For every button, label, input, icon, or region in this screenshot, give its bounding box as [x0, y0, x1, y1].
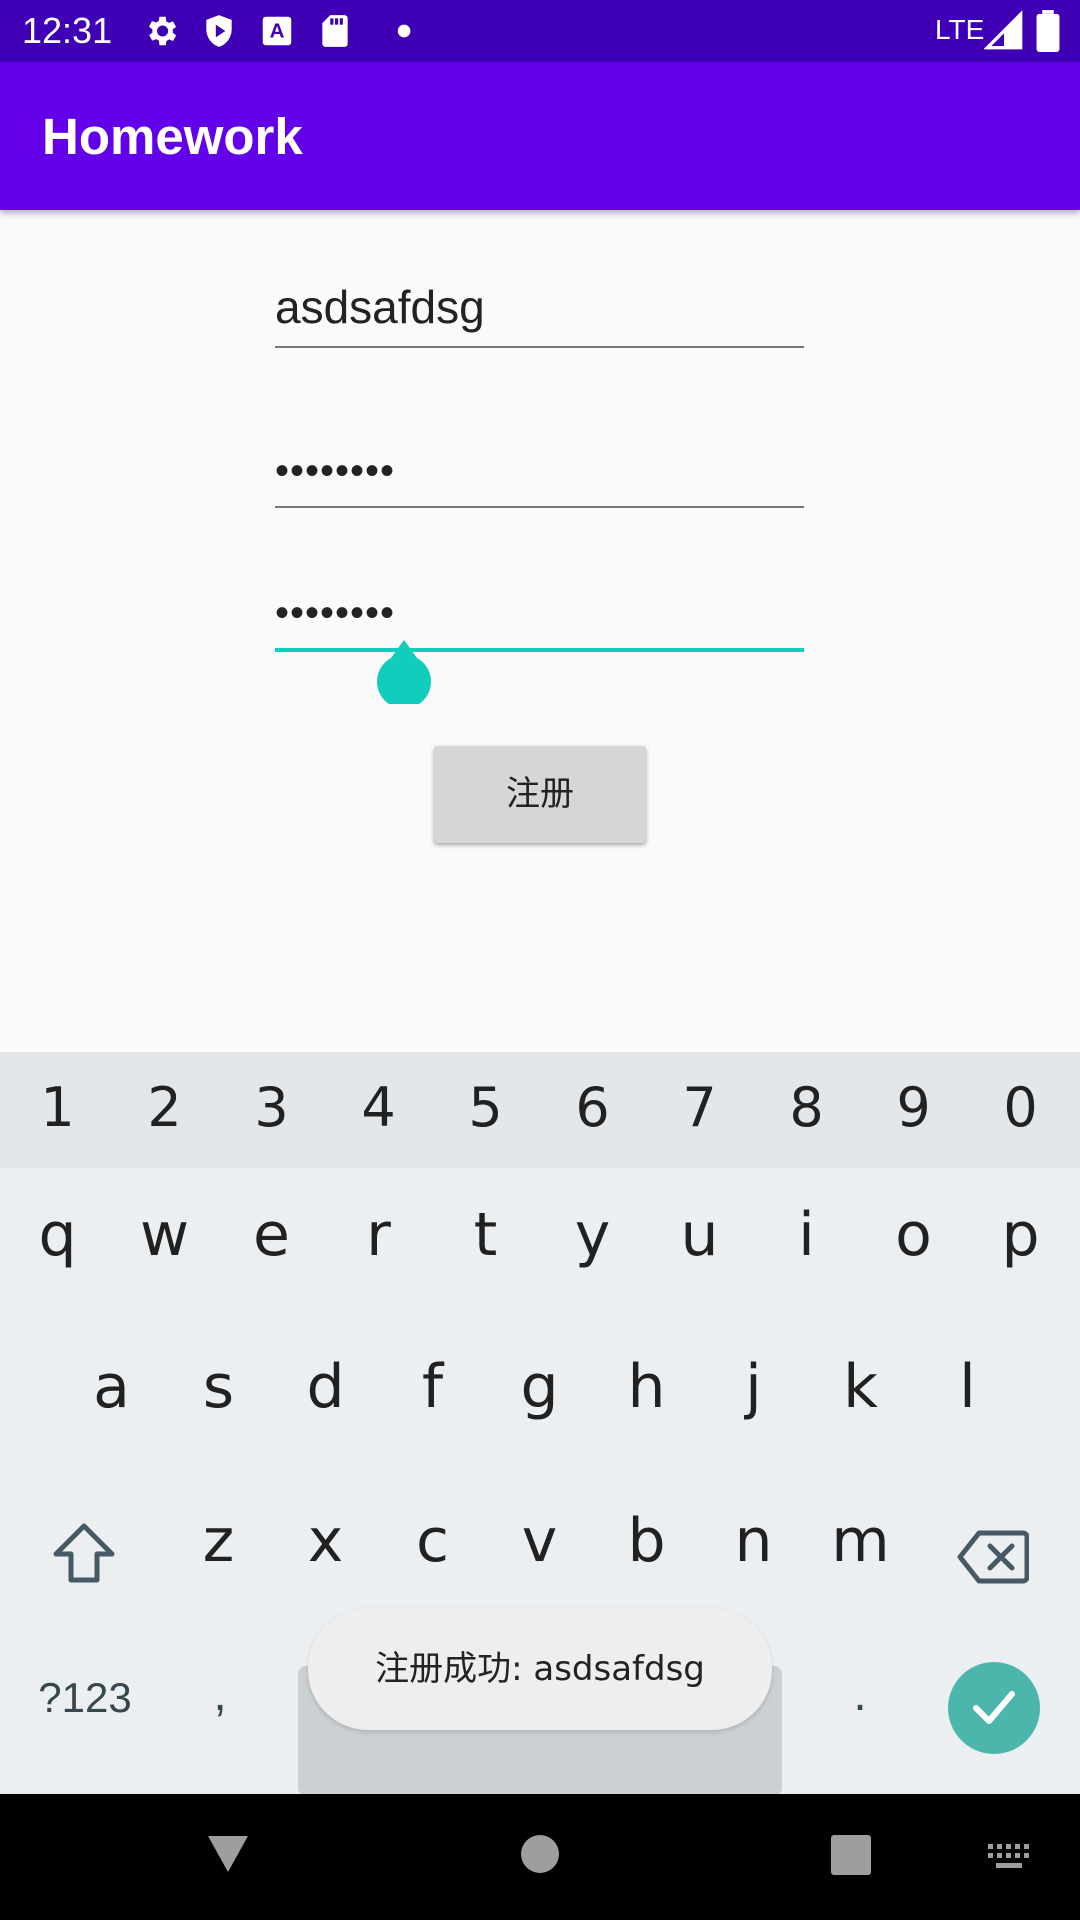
key-r[interactable]: r: [325, 1200, 432, 1270]
status-time: 12:31: [22, 10, 113, 51]
key-2[interactable]: 2: [111, 1076, 218, 1139]
key-9[interactable]: 9: [860, 1076, 967, 1139]
svg-text:A: A: [270, 19, 285, 42]
symbols-key[interactable]: ?123: [20, 1674, 150, 1722]
keyboard-switch-icon[interactable]: [988, 1844, 1030, 1870]
recents-icon[interactable]: [831, 1835, 871, 1875]
key-5[interactable]: 5: [432, 1076, 539, 1139]
username-value: asdsafdsg: [275, 281, 485, 333]
shield-icon: [206, 15, 232, 47]
text-a-icon: A: [262, 16, 292, 46]
key-4[interactable]: 4: [325, 1076, 432, 1139]
key-h[interactable]: h: [593, 1352, 700, 1422]
app-bar: Homework: [0, 62, 1080, 210]
key-s[interactable]: s: [165, 1352, 272, 1422]
key-k[interactable]: k: [807, 1352, 914, 1422]
key-i[interactable]: i: [753, 1200, 860, 1270]
shift-icon[interactable]: [52, 1522, 116, 1584]
app-title: Homework: [42, 108, 303, 165]
confirm-password-value: ••••••••: [275, 591, 396, 635]
network-type: LTE: [935, 14, 985, 45]
key-z[interactable]: z: [165, 1506, 272, 1576]
key-a[interactable]: a: [58, 1352, 165, 1422]
key-1[interactable]: 1: [4, 1076, 111, 1139]
key-t[interactable]: t: [432, 1200, 539, 1270]
sd-card-icon: [322, 15, 348, 47]
confirm-password-field[interactable]: ••••••••: [275, 580, 804, 652]
period-key[interactable]: .: [835, 1667, 885, 1722]
key-f[interactable]: f: [379, 1352, 486, 1422]
password-field[interactable]: ••••••••: [275, 440, 804, 508]
battery-icon: [1036, 10, 1060, 52]
password-value: ••••••••: [275, 449, 396, 493]
check-icon: [973, 1691, 1015, 1724]
status-bar: 12:31 A LTE: [0, 0, 1080, 62]
key-j[interactable]: j: [700, 1352, 807, 1422]
key-0[interactable]: 0: [967, 1076, 1074, 1139]
home-icon[interactable]: [520, 1834, 560, 1874]
navigation-bar: [0, 1794, 1080, 1920]
enter-key[interactable]: [948, 1662, 1040, 1754]
comma-key[interactable]: ,: [195, 1667, 245, 1722]
register-button[interactable]: 注册: [434, 746, 646, 843]
key-7[interactable]: 7: [646, 1076, 753, 1139]
key-d[interactable]: d: [272, 1352, 379, 1422]
key-y[interactable]: y: [539, 1200, 646, 1270]
key-p[interactable]: p: [967, 1200, 1074, 1270]
key-g[interactable]: g: [486, 1352, 593, 1422]
key-6[interactable]: 6: [539, 1076, 646, 1139]
username-field[interactable]: asdsafdsg: [275, 280, 804, 348]
key-u[interactable]: u: [646, 1200, 753, 1270]
key-l[interactable]: l: [914, 1352, 1021, 1422]
text-cursor-handle[interactable]: [377, 640, 431, 704]
key-o[interactable]: o: [860, 1200, 967, 1270]
key-x[interactable]: x: [272, 1506, 379, 1576]
signal-icon: [984, 10, 1023, 50]
key-w[interactable]: w: [111, 1200, 218, 1270]
dot-icon: [397, 24, 411, 38]
key-e[interactable]: e: [218, 1200, 325, 1270]
key-b[interactable]: b: [593, 1506, 700, 1576]
gear-icon: [148, 16, 177, 46]
back-icon[interactable]: [206, 1834, 250, 1874]
backspace-icon[interactable]: [957, 1530, 1029, 1584]
key-q[interactable]: q: [4, 1200, 111, 1270]
key-m[interactable]: m: [807, 1506, 914, 1576]
key-8[interactable]: 8: [753, 1076, 860, 1139]
toast-message: 注册成功: asdsafdsg: [308, 1608, 772, 1730]
key-n[interactable]: n: [700, 1506, 807, 1576]
key-3[interactable]: 3: [218, 1076, 325, 1139]
key-v[interactable]: v: [486, 1506, 593, 1576]
key-c[interactable]: c: [379, 1506, 486, 1576]
